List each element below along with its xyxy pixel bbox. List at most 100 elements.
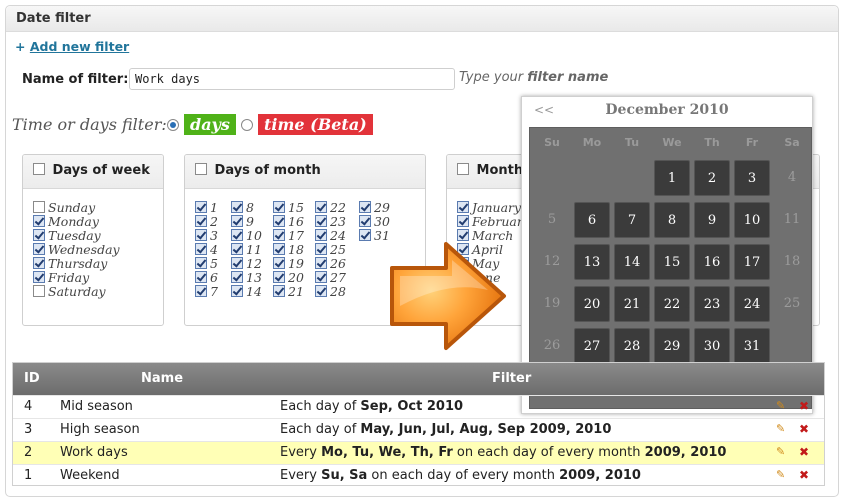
days-radio[interactable] [167, 119, 179, 131]
calendar-day-25[interactable]: 25 [774, 286, 810, 322]
calendar-day-18[interactable]: 18 [774, 244, 810, 280]
month-day-option-15[interactable]: 15 [273, 201, 304, 215]
calendar-day-22[interactable]: 22 [654, 286, 690, 322]
weekday-option-sunday-checkbox[interactable] [33, 201, 45, 213]
calendar-day-30[interactable]: 30 [694, 328, 730, 364]
weekday-option-sunday[interactable]: Sunday [33, 201, 95, 215]
month-day-option-18[interactable]: 18 [273, 243, 304, 257]
month-day-option-24-checkbox[interactable] [315, 229, 327, 241]
month-day-option-19[interactable]: 19 [273, 257, 304, 271]
weekday-option-friday[interactable]: Friday [33, 271, 89, 285]
weekday-option-thursday-checkbox[interactable] [33, 257, 45, 269]
month-option-february[interactable]: February [457, 215, 530, 229]
month-day-option-1[interactable]: 1 [195, 201, 218, 215]
table-row[interactable]: 2 Work days Every Mo, Tu, We, Th, Fr on ea… [13, 441, 824, 464]
add-new-filter-link[interactable]: Add new filter [30, 39, 129, 54]
month-day-option-12[interactable]: 12 [231, 257, 262, 271]
month-day-option-26[interactable]: 26 [315, 257, 346, 271]
calendar-day-14[interactable]: 14 [614, 244, 650, 280]
delete-x-icon[interactable]: ✖ [799, 445, 809, 459]
month-day-option-11-checkbox[interactable] [231, 243, 243, 255]
delete-x-icon[interactable]: ✖ [799, 468, 809, 482]
calendar-day-17[interactable]: 17 [734, 244, 770, 280]
month-day-option-20-checkbox[interactable] [273, 271, 285, 283]
table-row[interactable]: 1 Weekend Every Su, Sa on each day of ever… [13, 464, 824, 487]
calendar-day-11[interactable]: 11 [774, 202, 810, 238]
month-day-option-15-checkbox[interactable] [273, 201, 285, 213]
days-of-week-all-checkbox[interactable] [33, 163, 45, 175]
table-row[interactable]: 4 Mid season Each day of Sep, Oct 2010 ✎ ✖ [13, 395, 824, 418]
weekday-option-tuesday-checkbox[interactable] [33, 229, 45, 241]
calendar-day-1[interactable]: 1 [654, 160, 690, 196]
month-day-option-14[interactable]: 14 [231, 285, 262, 299]
calendar-day-9[interactable]: 9 [694, 202, 730, 238]
month-day-option-21-checkbox[interactable] [273, 285, 285, 297]
pencil-icon[interactable]: ✎ [776, 399, 785, 412]
month-day-option-30[interactable]: 30 [359, 215, 390, 229]
calendar-day-15[interactable]: 15 [654, 244, 690, 280]
month-day-option-30-checkbox[interactable] [359, 215, 371, 227]
month-day-option-10[interactable]: 10 [231, 229, 262, 243]
month-day-option-27[interactable]: 27 [315, 271, 346, 285]
month-option-january-checkbox[interactable] [457, 201, 469, 213]
month-day-option-17[interactable]: 17 [273, 229, 304, 243]
month-option-february-checkbox[interactable] [457, 215, 469, 227]
weekday-option-friday-checkbox[interactable] [33, 271, 45, 283]
calendar-day-3[interactable]: 3 [734, 160, 770, 196]
days-of-month-all-checkbox[interactable] [195, 163, 207, 175]
month-day-option-26-checkbox[interactable] [315, 257, 327, 269]
calendar-day-10[interactable]: 10 [734, 202, 770, 238]
calendar-day-5[interactable]: 5 [534, 202, 570, 238]
month-day-option-1-checkbox[interactable] [195, 201, 207, 213]
month-day-option-10-checkbox[interactable] [231, 229, 243, 241]
time-radio[interactable] [241, 119, 253, 131]
month-day-option-8-checkbox[interactable] [231, 201, 243, 213]
month-day-option-23-checkbox[interactable] [315, 215, 327, 227]
calendar-day-7[interactable]: 7 [614, 202, 650, 238]
month-day-option-24[interactable]: 24 [315, 229, 346, 243]
month-day-option-22-checkbox[interactable] [315, 201, 327, 213]
month-day-option-28-checkbox[interactable] [315, 285, 327, 297]
month-day-option-23[interactable]: 23 [315, 215, 346, 229]
month-day-option-7-checkbox[interactable] [195, 285, 207, 297]
month-day-option-25-checkbox[interactable] [315, 243, 327, 255]
month-day-option-3-checkbox[interactable] [195, 229, 207, 241]
weekday-option-wednesday[interactable]: Wednesday [33, 243, 120, 257]
month-day-option-5[interactable]: 5 [195, 257, 218, 271]
month-day-option-6[interactable]: 6 [195, 271, 218, 285]
calendar-day-27[interactable]: 27 [574, 328, 610, 364]
calendar-day-21[interactable]: 21 [614, 286, 650, 322]
calendar-day-24[interactable]: 24 [734, 286, 770, 322]
calendar-day-26[interactable]: 26 [534, 328, 570, 364]
calendar-day-20[interactable]: 20 [574, 286, 610, 322]
month-day-option-20[interactable]: 20 [273, 271, 304, 285]
month-day-option-14-checkbox[interactable] [231, 285, 243, 297]
month-day-option-3[interactable]: 3 [195, 229, 218, 243]
calendar-day-16[interactable]: 16 [694, 244, 730, 280]
weekday-option-tuesday[interactable]: Tuesday [33, 229, 101, 243]
month-day-option-27-checkbox[interactable] [315, 271, 327, 283]
calendar-day-28[interactable]: 28 [614, 328, 650, 364]
month-day-option-19-checkbox[interactable] [273, 257, 285, 269]
weekday-option-monday[interactable]: Monday [33, 215, 99, 229]
calendar-day-4[interactable]: 4 [774, 160, 810, 196]
month-day-option-2[interactable]: 2 [195, 215, 218, 229]
month-day-option-12-checkbox[interactable] [231, 257, 243, 269]
month-day-option-4[interactable]: 4 [195, 243, 218, 257]
month-day-option-22[interactable]: 22 [315, 201, 346, 215]
weekday-option-monday-checkbox[interactable] [33, 215, 45, 227]
calendar-day-23[interactable]: 23 [694, 286, 730, 322]
month-day-option-6-checkbox[interactable] [195, 271, 207, 283]
calendar-day-13[interactable]: 13 [574, 244, 610, 280]
month-day-option-28[interactable]: 28 [315, 285, 346, 299]
month-day-option-5-checkbox[interactable] [195, 257, 207, 269]
time-beta-tag[interactable]: time (Beta) [258, 114, 373, 135]
calendar-day-19[interactable]: 19 [534, 286, 570, 322]
pencil-icon[interactable]: ✎ [776, 468, 785, 481]
calendar-day-31[interactable]: 31 [734, 328, 770, 364]
month-day-option-29[interactable]: 29 [359, 201, 390, 215]
month-day-option-31[interactable]: 31 [359, 229, 390, 243]
month-day-option-11[interactable]: 11 [231, 243, 262, 257]
calendar-day-6[interactable]: 6 [574, 202, 610, 238]
weekday-option-saturday[interactable]: Saturday [33, 285, 106, 299]
